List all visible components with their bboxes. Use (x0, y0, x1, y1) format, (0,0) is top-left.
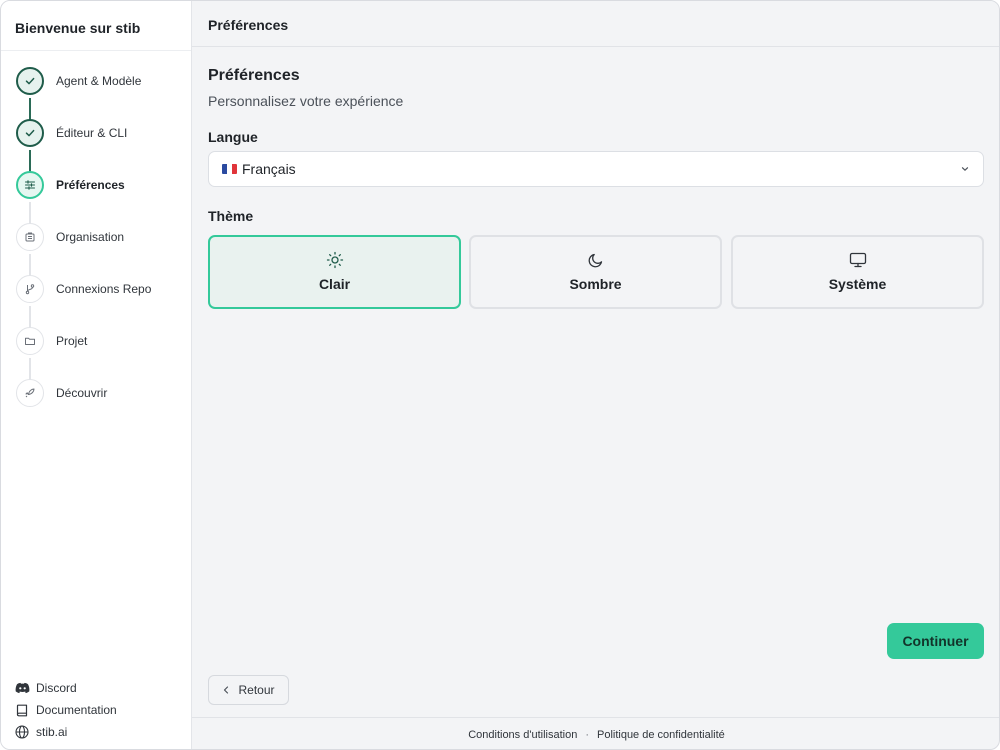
step-label: Projet (56, 334, 88, 348)
chevron-left-icon (224, 686, 229, 694)
git-branch-icon (25, 284, 35, 295)
monitor-icon (849, 252, 866, 268)
theme-option-label: Système (828, 276, 887, 292)
step-connector (29, 202, 31, 224)
theme-option-clair[interactable]: Clair (208, 235, 461, 309)
footer-separator: · (585, 728, 589, 741)
sidebar: Bienvenue sur stib Agent & Modèle Éditeu… (1, 1, 192, 749)
main-panel: Préférences Préférences Personnalisez vo… (192, 1, 999, 749)
step-connector (29, 306, 31, 328)
check-icon (25, 77, 35, 85)
step-agent-modele[interactable]: Agent & Modèle (1, 67, 191, 97)
website-link[interactable]: stib.ai (15, 721, 117, 743)
step-status-pending (16, 327, 44, 355)
book-icon (16, 704, 28, 716)
building-icon (25, 232, 35, 242)
app-window: Bienvenue sur stib Agent & Modèle Éditeu… (0, 0, 1000, 750)
step-connector (29, 254, 31, 276)
terms-link[interactable]: Conditions d'utilisation (468, 729, 577, 741)
section-subtitle: Personnalisez votre expérience (208, 93, 404, 109)
page-title: Préférences (192, 1, 999, 47)
discord-link[interactable]: Discord (15, 677, 117, 699)
language-selected-value: Français (242, 161, 296, 177)
back-button-label: Retour (238, 683, 275, 697)
sidebar-title: Bienvenue sur stib (1, 1, 191, 51)
step-status-pending (16, 275, 44, 303)
step-connector (29, 98, 31, 120)
step-status-pending (16, 223, 44, 251)
section-title: Préférences (208, 67, 300, 84)
step-status-done (16, 67, 44, 95)
step-projet[interactable]: Projet (1, 327, 191, 357)
sun-icon (326, 251, 343, 269)
sidebar-links: Discord Documentation stib.ai (15, 677, 117, 743)
theme-option-systeme[interactable]: Système (731, 235, 984, 309)
step-connector (29, 150, 31, 172)
sliders-icon (24, 180, 36, 190)
flag-fr-icon (222, 164, 237, 174)
documentation-link[interactable]: Documentation (15, 699, 117, 721)
step-label: Organisation (56, 230, 125, 244)
chevron-down-icon (961, 167, 969, 171)
rocket-icon (25, 388, 35, 398)
website-link-label: stib.ai (36, 725, 68, 739)
step-status-pending (16, 379, 44, 407)
theme-option-sombre[interactable]: Sombre (469, 235, 722, 309)
step-decouvrir[interactable]: Découvrir (1, 379, 191, 409)
language-select[interactable]: Français (208, 151, 984, 187)
back-button[interactable]: Retour (208, 675, 289, 705)
step-label: Préférences (56, 178, 125, 192)
continue-button[interactable]: Continuer (887, 623, 984, 659)
step-editeur-cli[interactable]: Éditeur & CLI (1, 119, 191, 149)
step-connector (29, 358, 31, 380)
theme-label: Thème (208, 208, 254, 224)
discord-link-label: Discord (36, 681, 77, 695)
step-label: Connexions Repo (56, 282, 152, 296)
step-label: Découvrir (56, 386, 108, 400)
globe-icon (15, 725, 29, 739)
language-label: Langue (208, 129, 258, 145)
step-organisation[interactable]: Organisation (1, 223, 191, 253)
documentation-link-label: Documentation (36, 703, 117, 717)
step-status-active (16, 171, 44, 199)
step-status-done (16, 119, 44, 147)
check-icon (25, 129, 35, 137)
step-label: Agent & Modèle (56, 74, 142, 88)
theme-options: Clair Sombre Système (208, 235, 984, 309)
privacy-link[interactable]: Politique de confidentialité (597, 729, 725, 741)
discord-icon (15, 682, 30, 694)
folder-icon (25, 337, 35, 345)
moon-icon (588, 253, 602, 268)
theme-option-label: Clair (318, 276, 351, 292)
step-connexions-repo[interactable]: Connexions Repo (1, 275, 191, 305)
step-preferences[interactable]: Préférences (1, 171, 191, 201)
theme-option-label: Sombre (569, 276, 622, 292)
footer: Conditions d'utilisation · Politique de … (192, 717, 999, 749)
step-label: Éditeur & CLI (56, 126, 128, 140)
